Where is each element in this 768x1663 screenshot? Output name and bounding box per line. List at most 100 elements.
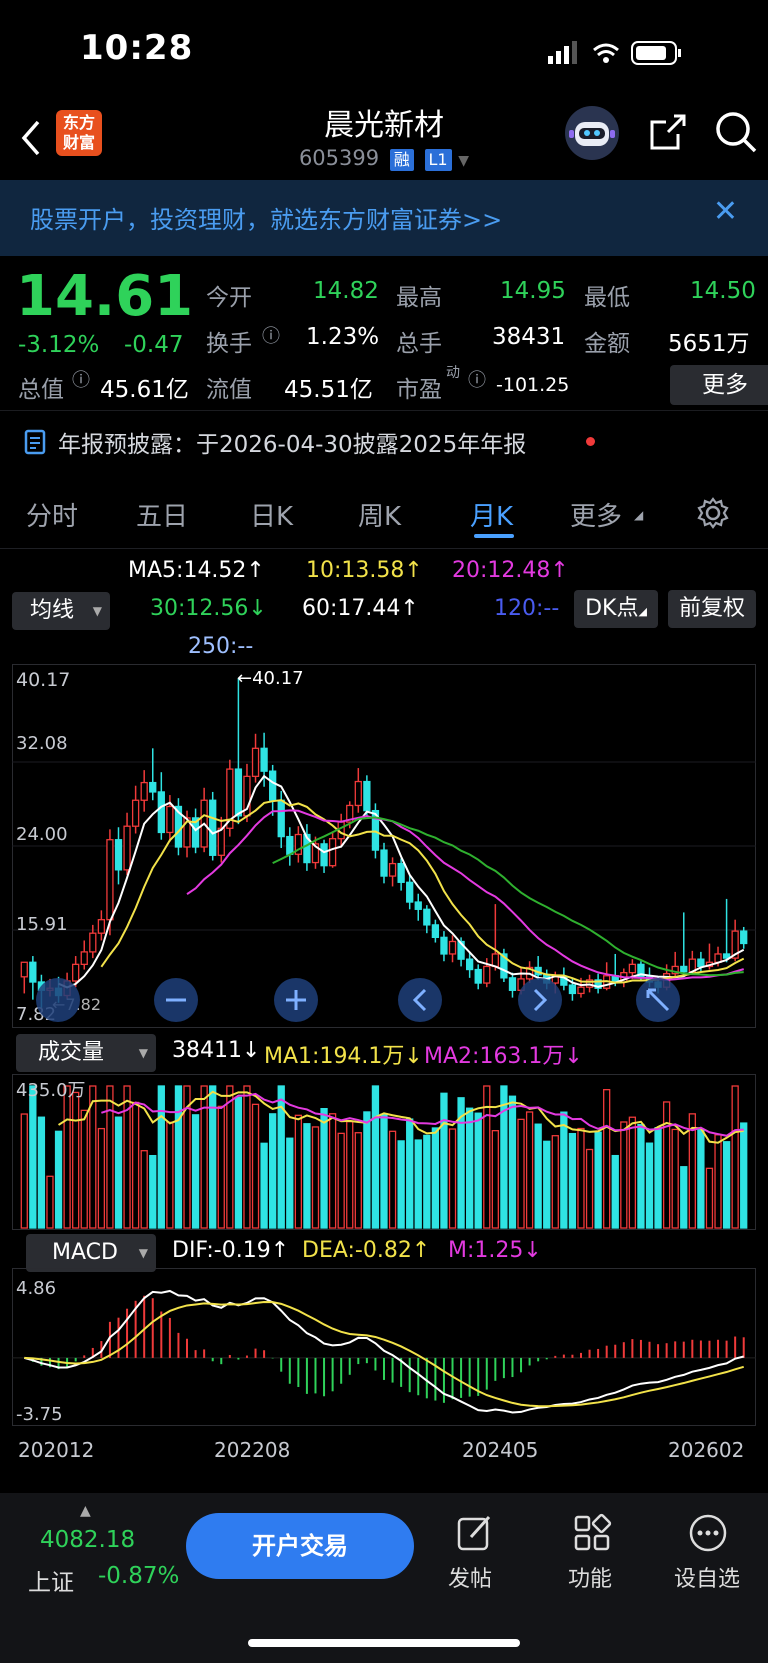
index-value[interactable]: 4082.18 (40, 1527, 135, 1553)
volume-bar (465, 1107, 474, 1229)
function-grid-icon[interactable] (572, 1513, 612, 1553)
volume-bar (680, 1166, 688, 1229)
volume-bar (157, 1085, 165, 1229)
zoom-in-button[interactable] (274, 978, 318, 1022)
macd-y-max: 4.86 (16, 1278, 56, 1299)
settings-icon[interactable] (696, 496, 730, 530)
promo-banner-text[interactable]: 股票开户，投资理财，就选东方财富证券>> (30, 200, 502, 235)
share-icon[interactable] (648, 112, 688, 152)
scroll-left-button[interactable] (398, 978, 442, 1022)
volume-bar (320, 1107, 328, 1229)
volume-y-max: 435.0万 (16, 1080, 86, 1101)
fullscreen-button[interactable] (636, 978, 680, 1022)
collapse-icon[interactable]: ▲ (80, 1503, 91, 1519)
volume-bar (54, 1130, 63, 1229)
volume-bar (328, 1113, 337, 1229)
volume-bar (662, 1101, 671, 1229)
function-label[interactable]: 功能 (568, 1561, 612, 1593)
info-icon[interactable]: ⓘ (468, 366, 486, 392)
candle (628, 963, 637, 974)
add-watchlist-label[interactable]: 设自选 (674, 1561, 740, 1593)
ma-select-label: 均线 (30, 598, 75, 623)
float-label: 流值 (206, 377, 252, 403)
macd-dea: DEA:-0.82↑ (302, 1238, 431, 1263)
ma120-value: 120:-- (494, 596, 560, 621)
candle (397, 862, 405, 883)
candle (114, 839, 123, 871)
tab-minute[interactable]: 分时 (26, 496, 78, 533)
pe-superscript: 动 (446, 365, 460, 381)
candle (277, 799, 285, 838)
info-icon[interactable]: ⓘ (262, 322, 280, 348)
volume-bar (714, 1134, 722, 1229)
ma250-value: 250:-- (188, 634, 254, 659)
volume-bar (311, 1126, 320, 1229)
volume-bar (525, 1111, 534, 1229)
volume-bar (140, 1150, 148, 1229)
volume-chart[interactable]: 435.0万 (12, 1074, 756, 1230)
kline-chart[interactable]: ←7.82 ←40.17 40.17 32.08 24.00 15.91 7.8… (12, 664, 756, 1028)
adjust-button[interactable]: 前复权 (668, 590, 756, 628)
volume-value: 38431 (492, 324, 566, 350)
open-account-trade-button[interactable]: 开户交易 (186, 1513, 414, 1579)
post-label[interactable]: 发帖 (448, 1561, 492, 1593)
volume-bar (637, 1123, 645, 1229)
y-tick-2: 32.08 (16, 733, 68, 754)
candle (423, 908, 431, 926)
rewind-button[interactable] (36, 978, 80, 1022)
high-value: 14.95 (500, 278, 566, 304)
promo-banner[interactable]: 股票开户，投资理财，就选东方财富证券>> ✕ (0, 180, 768, 256)
high-label: 最高 (396, 285, 442, 311)
more-button[interactable]: 更多 (670, 365, 768, 405)
candle (740, 930, 748, 945)
candle (140, 781, 148, 801)
volume-bar (577, 1127, 585, 1229)
unread-dot (586, 437, 595, 446)
index-name[interactable]: 上证 (28, 1563, 74, 1597)
candle (363, 780, 371, 812)
macd-y-min: -3.75 (16, 1404, 63, 1425)
candle (440, 936, 448, 955)
ma-select[interactable]: 均线 ▼ (12, 592, 110, 630)
candle (157, 791, 165, 834)
search-icon[interactable] (714, 110, 758, 154)
tab-5day[interactable]: 五日 (136, 496, 188, 533)
more-dots-icon[interactable] (688, 1513, 728, 1553)
tab-more[interactable]: 更多 (570, 496, 622, 533)
ma30-line (272, 816, 744, 977)
dea-line (24, 1301, 745, 1408)
tab-daily-k[interactable]: 日K (250, 496, 293, 533)
open-value: 14.82 (313, 278, 379, 304)
volume-bar (226, 1085, 234, 1229)
indicator-select-volume[interactable]: 成交量 ▼ (16, 1034, 156, 1072)
indicator-select-macd[interactable]: MACD ▼ (26, 1234, 156, 1272)
volume-bar (260, 1142, 268, 1229)
change-value: -0.47 (124, 332, 184, 358)
close-icon[interactable]: ✕ (713, 194, 738, 229)
turnover-label: 换手 (206, 331, 252, 357)
volume-legend: 成交量 ▼ 38411↓ MA1:194.1万↓ MA2:163.1万↓ (12, 1030, 756, 1074)
turnover-value: 1.23% (306, 324, 380, 350)
candle (328, 838, 337, 867)
volume-bar (731, 1085, 739, 1229)
notice-text[interactable]: 年报预披露：于2026-04-30披露2025年年报 (58, 425, 526, 459)
volume-bar (337, 1132, 345, 1229)
index-change[interactable]: -0.87% (98, 1563, 179, 1589)
info-icon[interactable]: ⓘ (72, 366, 90, 392)
ma5-value: MA5:14.52↑ (128, 558, 265, 583)
volume-bar (46, 1175, 54, 1229)
volume-bar (388, 1130, 397, 1229)
macd-chart[interactable]: 4.86 -3.75 (12, 1268, 756, 1426)
tab-weekly-k[interactable]: 周K (358, 496, 401, 533)
candle (354, 780, 362, 807)
chevron-down-icon[interactable]: ▼ (458, 153, 469, 169)
robot-assistant-icon[interactable] (563, 104, 621, 162)
post-icon[interactable] (455, 1513, 495, 1553)
scroll-right-button[interactable] (518, 978, 562, 1022)
notice-bar[interactable]: 年报预披露：于2026-04-30披露2025年年报 (0, 410, 768, 471)
volume-bar (423, 1134, 431, 1229)
dropdown-icon[interactable]: ◢ (634, 508, 643, 522)
zoom-out-button[interactable] (154, 978, 198, 1022)
dk-point-button[interactable]: DK点◢ (574, 590, 658, 628)
tab-monthly-k[interactable]: 月K (470, 496, 513, 533)
